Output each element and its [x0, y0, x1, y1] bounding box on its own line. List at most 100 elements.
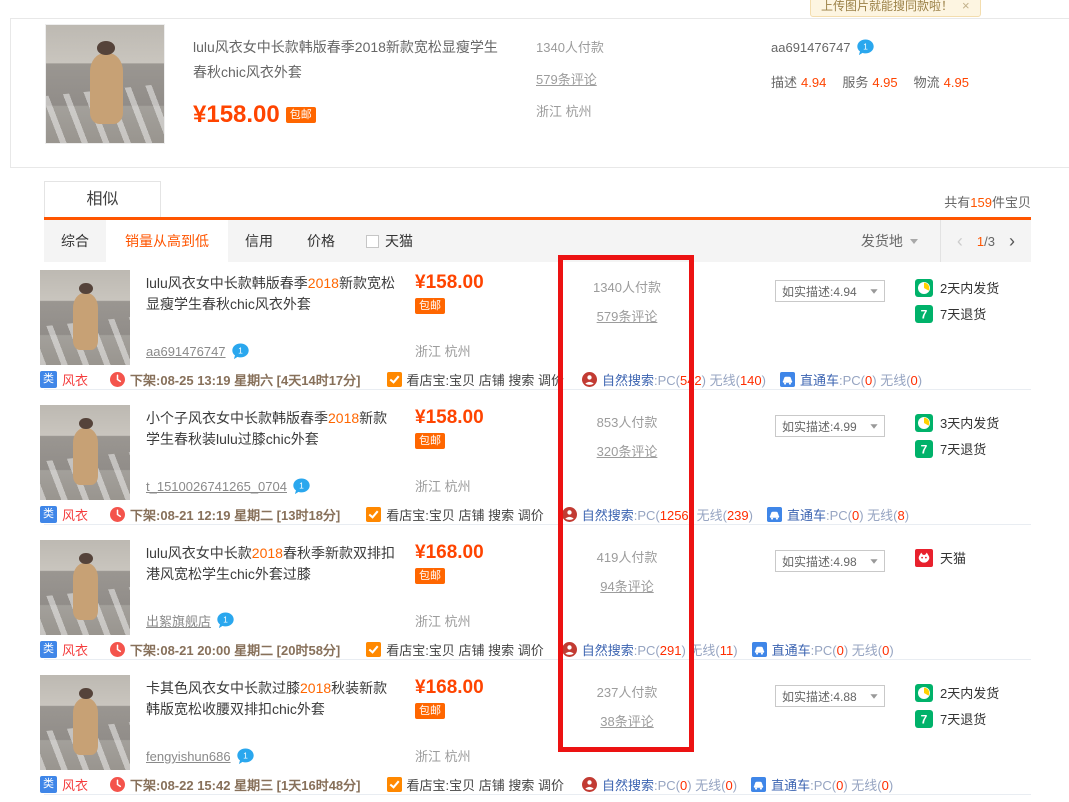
svg-text:1: 1: [223, 615, 228, 625]
sort-sales-desc[interactable]: 销量从高到低: [106, 220, 228, 262]
category-name[interactable]: 风衣: [62, 775, 88, 794]
product-summary-panel: lulu风衣女中长款韩版春季2018新款宽松显瘦学生春秋chic风衣外套 ¥15…: [10, 18, 1069, 168]
wangwang-icon[interactable]: 1: [232, 343, 249, 360]
item-payments: 237人付款: [560, 682, 694, 701]
close-icon[interactable]: ×: [962, 0, 970, 13]
rating-select[interactable]: 如实描述:4.99: [775, 415, 885, 437]
item-thumbnail[interactable]: [40, 675, 130, 770]
item-reviews-link[interactable]: 94条评论: [600, 576, 653, 595]
organic-search-icon: [562, 507, 577, 522]
results-list: lulu风衣女中长款韩版春季2018新款宽松显瘦学生春秋chic风衣外套 aa6…: [40, 262, 1031, 802]
rating-select[interactable]: 如实描述:4.94: [775, 280, 885, 302]
seven-day-icon: 7: [915, 305, 933, 323]
category-name[interactable]: 风衣: [62, 640, 88, 659]
wangwang-icon[interactable]: 1: [237, 748, 254, 765]
clock-icon: [110, 507, 125, 522]
wangwang-icon[interactable]: 1: [217, 612, 234, 629]
item-payments: 853人付款: [560, 412, 694, 431]
table-row: lulu风衣女中长款2018春秋季新款双排扣港风宽松学生chic外套过膝 出絮旗…: [40, 532, 1031, 667]
item-seller-link[interactable]: fengyishun686: [146, 749, 231, 764]
item-title[interactable]: 小个子风衣女中长款韩版春季2018新款学生春秋装lulu过膝chic外套: [146, 408, 401, 450]
item-title[interactable]: lulu风衣女中长款2018春秋季新款双排扣港风宽松学生chic外套过膝: [146, 543, 401, 585]
kandianbao-check-icon: [387, 372, 402, 387]
item-price: ¥158.00: [415, 407, 560, 429]
chevron-down-icon: [870, 424, 877, 429]
item-thumbnail[interactable]: [40, 405, 130, 500]
return-badge: 7 7天退货: [915, 304, 1031, 323]
service-badges: 2天内发货 7 7天退货: [915, 270, 1031, 365]
item-title[interactable]: 卡其色风衣女中长款过膝2018秋装新款韩版宽松收腰双排扣chic外套: [146, 678, 401, 720]
rating-service: 服务4.95: [842, 72, 897, 91]
ztc-stats: 直通车:PC(0) 无线(8): [787, 505, 909, 524]
category-name[interactable]: 风衣: [62, 370, 88, 389]
prev-page-button[interactable]: ‹: [957, 231, 963, 252]
ship-clock-icon: [915, 684, 933, 702]
ztc-stats: 直通车:PC(0) 无线(0): [800, 370, 922, 389]
item-seller-link[interactable]: 出絮旗舰店: [146, 611, 211, 630]
ship-time-badge: 2天内发货: [915, 278, 1031, 297]
offshelf-countdown: 下架:08-22 15:42 星期三 [1天16时48分]: [130, 775, 360, 794]
clock-icon: [110, 777, 125, 792]
return-badge: 7 7天退货: [915, 439, 1031, 458]
location-text: 浙江 杭州: [536, 101, 604, 120]
svg-text:7: 7: [921, 307, 928, 321]
kandianbao-links[interactable]: 看店宝:宝贝 店铺 搜索 调价: [407, 775, 564, 794]
item-payments: 1340人付款: [560, 277, 694, 296]
category-tag-icon: 类: [40, 641, 57, 658]
item-location: 浙江 杭州: [415, 341, 560, 360]
offshelf-countdown: 下架:08-21 12:19 星期二 [13时18分]: [130, 505, 340, 524]
item-title[interactable]: lulu风衣女中长款韩版春季2018新款宽松显瘦学生春秋chic风衣外套: [146, 273, 401, 315]
tooltip-text: 上传图片就能搜同款啦！: [821, 0, 953, 14]
organic-search-icon: [582, 777, 597, 792]
table-row: lulu风衣女中长款韩版春季2018新款宽松显瘦学生春秋chic风衣外套 aa6…: [40, 262, 1031, 397]
reviews-link[interactable]: 579条评论: [536, 69, 604, 88]
express-train-car-icon: [751, 777, 766, 792]
kandianbao-links[interactable]: 看店宝:宝贝 店铺 搜索 调价: [407, 370, 564, 389]
kandianbao-links[interactable]: 看店宝:宝贝 店铺 搜索 调价: [386, 505, 543, 524]
table-row: 小个子风衣女中长款韩版春季2018新款学生春秋装lulu过膝chic外套 t_1…: [40, 397, 1031, 532]
tab-similar[interactable]: 相似: [44, 181, 161, 217]
item-reviews-link[interactable]: 320条评论: [597, 441, 658, 460]
ship-clock-icon: [915, 279, 933, 297]
sort-credit[interactable]: 信用: [228, 220, 290, 262]
tmall-filter-checkbox[interactable]: 天猫: [366, 220, 413, 262]
svg-text:1: 1: [243, 751, 248, 761]
kandianbao-links[interactable]: 看店宝:宝贝 店铺 搜索 调价: [386, 640, 543, 659]
category-name[interactable]: 风衣: [62, 505, 88, 524]
wangwang-icon[interactable]: 1: [857, 39, 874, 56]
payments-count: 1340人付款: [536, 37, 604, 56]
wangwang-icon[interactable]: 1: [293, 478, 310, 495]
seven-day-icon: 7: [915, 710, 933, 728]
upload-image-tooltip: 上传图片就能搜同款啦！ ×: [810, 0, 981, 17]
item-reviews-link[interactable]: 38条评论: [600, 711, 653, 730]
page-indicator: 1/3: [977, 234, 995, 249]
sort-default[interactable]: 综合: [44, 220, 106, 262]
free-shipping-badge: 包邮: [415, 433, 445, 449]
sort-price[interactable]: 价格: [290, 220, 352, 262]
item-reviews-link[interactable]: 579条评论: [597, 306, 658, 325]
seller-name[interactable]: aa691476747: [771, 40, 851, 55]
item-thumbnail[interactable]: [40, 270, 130, 365]
rating-select[interactable]: 如实描述:4.98: [775, 550, 885, 572]
service-badges: 天猫: [915, 540, 1031, 635]
rating-select[interactable]: 如实描述:4.88: [775, 685, 885, 707]
product-thumbnail[interactable]: [45, 24, 165, 144]
next-page-button[interactable]: ›: [1009, 231, 1015, 252]
item-location: 浙江 杭州: [415, 611, 560, 630]
product-title[interactable]: lulu风衣女中长款韩版春季2018新款宽松显瘦学生春秋chic风衣外套: [193, 35, 511, 85]
checkbox-icon[interactable]: [366, 235, 379, 248]
item-price: ¥168.00: [415, 677, 560, 699]
kandianbao-check-icon: [387, 777, 402, 792]
item-seller-link[interactable]: aa691476747: [146, 344, 226, 359]
category-tag-icon: 类: [40, 506, 57, 523]
offshelf-countdown: 下架:08-25 13:19 星期六 [4天14时17分]: [130, 370, 360, 389]
ship-from-dropdown[interactable]: 发货地: [839, 231, 940, 251]
chevron-down-icon: [870, 559, 877, 564]
express-train-car-icon: [780, 372, 795, 387]
free-shipping-badge: 包邮: [415, 298, 445, 314]
item-payments: 419人付款: [560, 547, 694, 566]
svg-text:7: 7: [921, 712, 928, 726]
item-thumbnail[interactable]: [40, 540, 130, 635]
ship-time-badge: 2天内发货: [915, 683, 1031, 702]
item-seller-link[interactable]: t_1510026741265_0704: [146, 479, 287, 494]
